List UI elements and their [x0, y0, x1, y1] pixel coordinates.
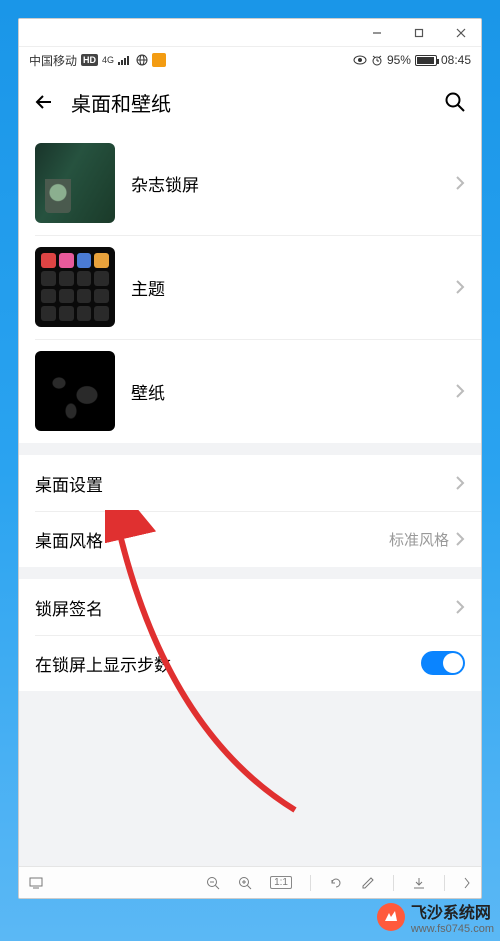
row-home-settings[interactable]: 桌面设置 [19, 455, 481, 511]
chevron-right-icon [455, 531, 465, 547]
row-wallpaper[interactable]: 壁纸 [19, 339, 481, 443]
page-title: 桌面和壁纸 [71, 88, 429, 117]
label-magazine: 杂志锁屏 [131, 171, 455, 196]
tb-screen-button[interactable] [29, 877, 43, 889]
chevron-right-icon [455, 175, 465, 191]
emulator-toolbar: 1:1 [19, 866, 481, 898]
window-minimize-button[interactable] [363, 23, 391, 43]
switch-show-steps[interactable] [421, 651, 465, 675]
window-close-button[interactable] [447, 23, 475, 43]
watermark-title: 飞沙系统网 [411, 905, 491, 922]
label-home-style: 桌面风格 [35, 527, 389, 552]
row-home-style[interactable]: 桌面风格 标准风格 [19, 511, 481, 567]
search-button[interactable] [443, 90, 467, 114]
thumb-wallpaper [35, 351, 115, 431]
tb-more-button[interactable] [463, 876, 471, 890]
watermark: 飞沙系统网 www.fs0745.com [377, 899, 494, 935]
tb-zoom-out-button[interactable] [206, 876, 220, 890]
chevron-right-icon [455, 475, 465, 491]
group-home: 桌面设置 桌面风格 标准风格 [19, 455, 481, 567]
tb-zoom-in-button[interactable] [238, 876, 252, 890]
statusbar: 中国移动 HD 4G 95% 08:45 [19, 47, 481, 73]
tb-divider [310, 875, 311, 891]
page-header: 桌面和壁纸 [19, 73, 481, 131]
row-magazine-lockscreen[interactable]: 杂志锁屏 [19, 131, 481, 235]
label-theme: 主题 [131, 275, 455, 300]
phone-screen: 中国移动 HD 4G 95% 08:45 桌面和壁纸 [19, 47, 481, 898]
content-area: 杂志锁屏 主题 壁纸 [19, 131, 481, 866]
tb-scale-label: 1:1 [270, 876, 292, 889]
tb-download-button[interactable] [412, 876, 426, 890]
eye-comfort-icon [353, 55, 367, 65]
carrier-label: 中国移动 [29, 52, 77, 69]
signal-icon [118, 55, 132, 65]
battery-percent: 95% [387, 53, 411, 67]
group-lockscreen: 锁屏签名 在锁屏上显示步数 [19, 579, 481, 691]
window-titlebar [19, 19, 481, 47]
clock-time: 08:45 [441, 53, 471, 67]
thumb-magazine [35, 143, 115, 223]
tb-divider [393, 875, 394, 891]
tb-edit-button[interactable] [361, 876, 375, 890]
watermark-url: www.fs0745.com [411, 923, 494, 935]
hd-badge: HD [81, 54, 98, 66]
network-label: 4G [102, 55, 114, 65]
thumb-theme [35, 247, 115, 327]
globe-icon [136, 54, 148, 66]
watermark-logo-icon [377, 903, 405, 931]
value-home-style: 标准风格 [389, 529, 449, 550]
row-show-steps: 在锁屏上显示步数 [19, 635, 481, 691]
chevron-right-icon [455, 279, 465, 295]
tb-rotate-button[interactable] [329, 876, 343, 890]
label-wallpaper: 壁纸 [131, 379, 455, 404]
label-show-steps: 在锁屏上显示步数 [35, 651, 421, 676]
tb-scale-button[interactable]: 1:1 [270, 876, 292, 889]
group-appearance: 杂志锁屏 主题 壁纸 [19, 131, 481, 443]
window-maximize-button[interactable] [405, 23, 433, 43]
chevron-right-icon [455, 383, 465, 399]
row-lock-signature[interactable]: 锁屏签名 [19, 579, 481, 635]
tb-divider [444, 875, 445, 891]
label-lock-signature: 锁屏签名 [35, 595, 455, 620]
back-button[interactable] [33, 90, 57, 114]
emulator-window: 中国移动 HD 4G 95% 08:45 桌面和壁纸 [18, 18, 482, 899]
label-home-settings: 桌面设置 [35, 471, 455, 496]
chevron-right-icon [455, 599, 465, 615]
app-badge-icon [152, 53, 166, 67]
alarm-icon [371, 54, 383, 66]
battery-icon [415, 55, 437, 66]
row-theme[interactable]: 主题 [19, 235, 481, 339]
